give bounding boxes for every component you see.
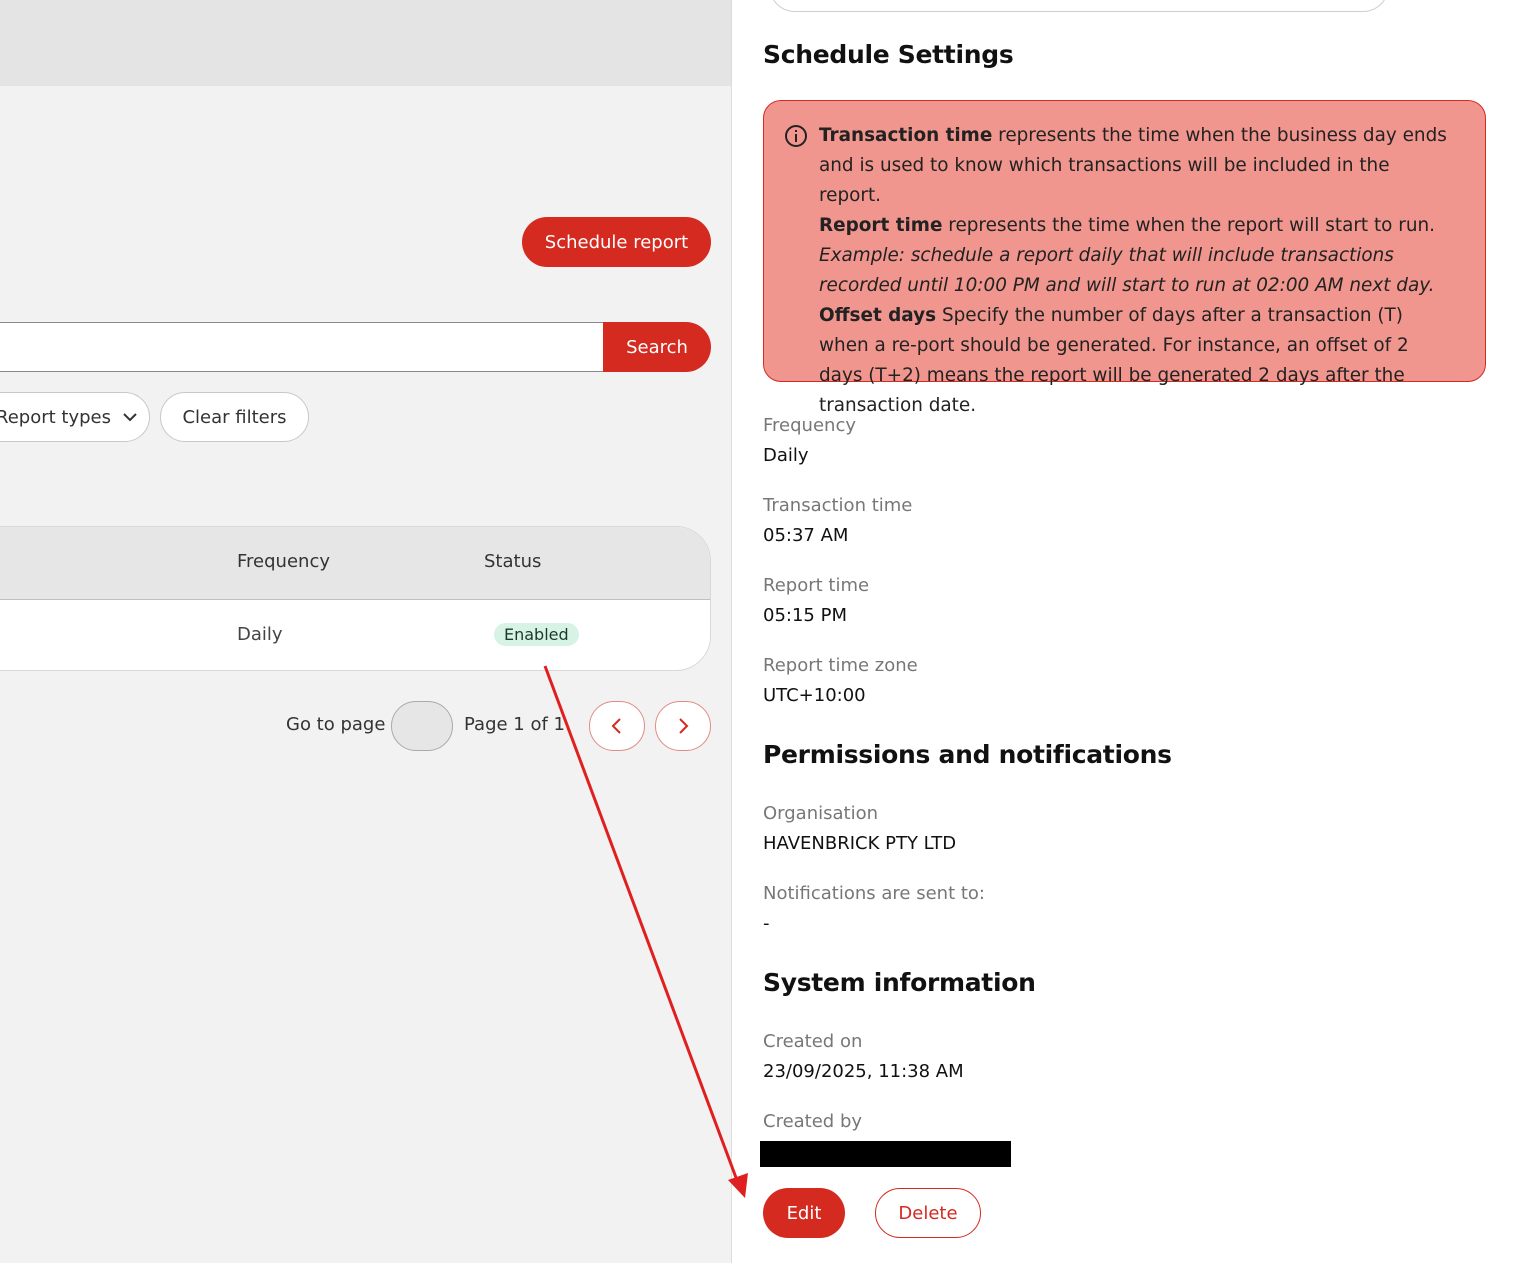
clear-filters-button[interactable]: Clear filters [160, 392, 309, 442]
created-on-value: 23/09/2025, 11:38 AM [763, 1061, 964, 1082]
column-header-status: Status [484, 551, 542, 572]
report-time-label: Report time [763, 575, 870, 596]
system-information-title: System information [763, 968, 1036, 997]
transaction-time-value: 05:37 AM [763, 525, 849, 546]
table-header: Frequency Status [0, 527, 710, 600]
info-text: Transaction time represents the time whe… [819, 121, 1455, 421]
notifications-value: - [763, 913, 770, 934]
info-example: Example: schedule a report daily that wi… [819, 245, 1435, 296]
search-input[interactable] [0, 322, 605, 372]
header-band [0, 0, 731, 86]
notifications-label: Notifications are sent to: [763, 883, 985, 904]
next-page-button[interactable] [655, 701, 711, 751]
report-types-label: Report types [0, 406, 111, 428]
info-term-offset-days: Offset days [819, 305, 937, 326]
transaction-time-label: Transaction time [763, 495, 913, 516]
created-by-label: Created by [763, 1111, 863, 1132]
column-header-frequency: Frequency [237, 551, 330, 572]
previous-page-button[interactable] [589, 701, 645, 751]
report-types-filter[interactable]: Report types [0, 392, 150, 442]
info-desc-report-time: represents the time when the report will… [942, 215, 1435, 236]
row-frequency: Daily [237, 624, 283, 645]
report-list-pane: Schedule report Search Report types Clea… [0, 0, 731, 1263]
info-term-transaction-time: Transaction time [819, 125, 993, 146]
clear-filters-label: Clear filters [182, 406, 287, 428]
delete-button[interactable]: Delete [875, 1188, 981, 1238]
chevron-right-icon [679, 718, 689, 734]
frequency-value: Daily [763, 445, 809, 466]
info-term-report-time: Report time [819, 215, 943, 236]
table-row[interactable]: Daily Enabled [0, 600, 710, 670]
page-info: Page 1 of 1 [464, 714, 565, 735]
schedule-settings-title: Schedule Settings [763, 40, 1014, 69]
chevron-left-icon [611, 718, 621, 734]
report-time-zone-label: Report time zone [763, 655, 918, 676]
go-to-page-label: Go to page [286, 714, 386, 735]
status-badge: Enabled [494, 623, 579, 646]
search-button[interactable]: Search [603, 322, 711, 372]
report-time-value: 05:15 PM [763, 605, 847, 626]
info-icon [785, 125, 807, 147]
frequency-label: Frequency [763, 415, 856, 436]
organisation-label: Organisation [763, 803, 879, 824]
edit-button[interactable]: Edit [763, 1188, 845, 1238]
pagination: Go to page Page 1 of 1 [0, 700, 731, 752]
info-callout: Transaction time represents the time whe… [763, 100, 1486, 416]
reports-table: Frequency Status Daily Enabled [0, 526, 711, 671]
redacted-created-by [760, 1141, 1011, 1167]
report-time-zone-value: UTC+10:00 [763, 685, 866, 706]
page-number-input[interactable] [391, 701, 453, 751]
schedule-report-button[interactable]: Schedule report [522, 217, 711, 267]
created-on-label: Created on [763, 1031, 863, 1052]
schedule-detail-pane: Schedule Settings Transaction time repre… [731, 0, 1513, 1263]
organisation-value: HAVENBRICK PTY LTD [763, 833, 957, 854]
top-field[interactable] [769, 0, 1389, 12]
permissions-title: Permissions and notifications [763, 740, 1172, 769]
chevron-down-icon [123, 413, 137, 422]
